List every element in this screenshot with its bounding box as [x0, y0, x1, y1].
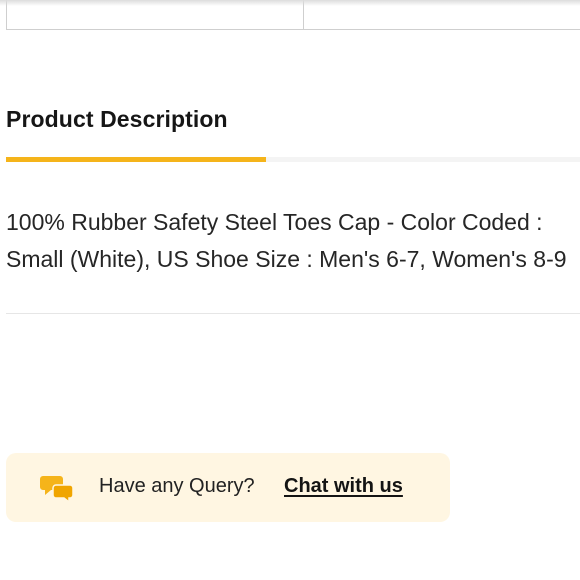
chat-bubbles-icon	[40, 473, 74, 504]
query-banner: Have any Query? Chat with us	[6, 453, 450, 522]
previous-section-table	[0, 0, 580, 31]
query-prompt-text: Have any Query?	[99, 475, 255, 497]
header-shadow	[0, 0, 580, 6]
active-tab-indicator	[6, 157, 266, 162]
chat-with-us-link[interactable]: Chat with us	[284, 475, 403, 498]
product-description-text: 100% Rubber Safety Steel Toes Cap - Colo…	[6, 209, 567, 272]
divider	[6, 313, 580, 314]
product-description-tab[interactable]: Product Description	[6, 106, 228, 133]
